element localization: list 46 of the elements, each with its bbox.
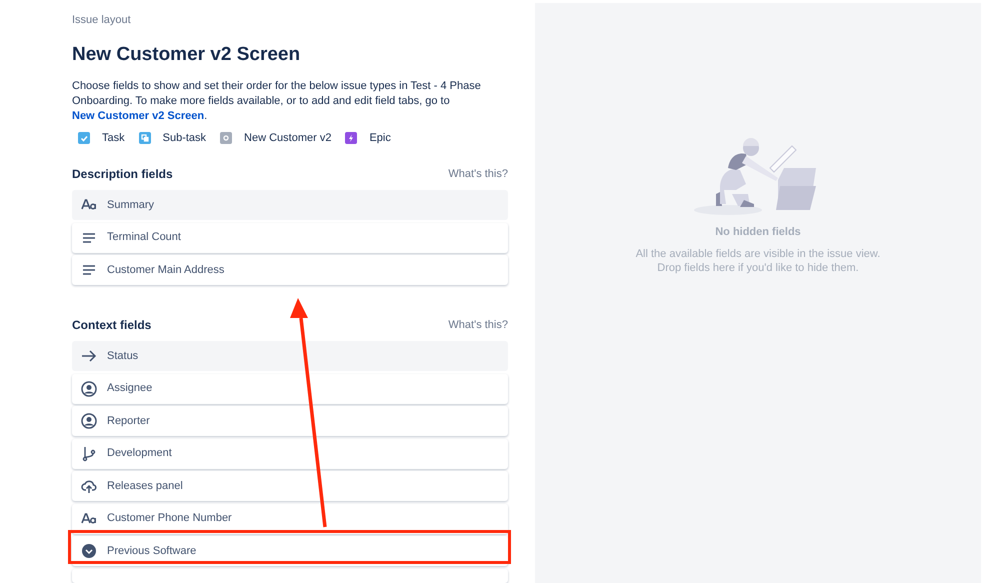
- person-icon: [81, 380, 97, 396]
- chevron-down-icon: [81, 543, 97, 559]
- text-icon: [81, 510, 97, 526]
- epic-type-icon: [345, 132, 358, 144]
- help-link[interactable]: What's this?: [448, 166, 508, 182]
- field-label: Customer Main Address: [107, 262, 224, 278]
- field-label: Status: [107, 348, 138, 364]
- field-label: Previous Software: [107, 544, 196, 559]
- field-row[interactable]: Previous Software: [72, 536, 508, 566]
- field-row[interactable]: Assignee: [72, 374, 508, 404]
- branch-icon: [81, 446, 97, 462]
- field-row[interactable]: Status: [72, 341, 508, 371]
- help-link[interactable]: What's this?: [448, 316, 508, 334]
- generic-type-icon: [220, 132, 232, 144]
- field-label: Customer Phone Number: [107, 511, 232, 526]
- arrow-icon: [81, 348, 97, 364]
- field-row[interactable]: Releases panel: [72, 471, 508, 501]
- field-label: Terminal Count: [107, 230, 181, 246]
- breadcrumb[interactable]: Issue layout: [72, 12, 131, 28]
- description-text: Choose fields to show and set their order for the below issue types in Test - 4 Phase Onboarding. To make more fields available, or to add and edit field tabs, go to New Customer v2 Screen.: [72, 78, 482, 124]
- field-row[interactable]: Summary: [72, 190, 508, 220]
- issue-type-label: Epic: [369, 130, 391, 146]
- issue-type-label: Sub-task: [162, 130, 206, 146]
- issue-type-label: New Customer v2: [244, 130, 332, 146]
- subtask-type-icon: [138, 132, 151, 144]
- field-label: Summary: [107, 198, 154, 213]
- task-type-icon: [78, 132, 90, 144]
- section-title: Description fields: [72, 166, 173, 183]
- field-row[interactable]: Development: [72, 438, 508, 468]
- empty-state-text: All the available fields are visible in the issue view.: [636, 246, 880, 261]
- field-row[interactable]: Terminal Count: [72, 222, 508, 252]
- field-row[interactable]: Reporter: [72, 406, 508, 436]
- field-label: Releases panel: [107, 478, 183, 494]
- field-row[interactable]: [72, 568, 508, 583]
- cloud-upload-icon: [81, 478, 97, 494]
- screen-link[interactable]: New Customer v2 Screen: [72, 110, 204, 122]
- field-row[interactable]: Customer Main Address: [72, 255, 508, 285]
- field-label: Development: [107, 446, 172, 462]
- field-label: Reporter: [107, 414, 150, 429]
- empty-state-title: No hidden fields: [715, 225, 801, 240]
- page-title: New Customer v2 Screen: [72, 42, 302, 66]
- empty-state-text: Drop fields here if you'd like to hide them.: [657, 261, 859, 276]
- issue-type-label: Task: [102, 130, 125, 146]
- field-label: Assignee: [107, 381, 152, 396]
- section-title: Context fields: [72, 317, 152, 334]
- person-icon: [81, 413, 97, 429]
